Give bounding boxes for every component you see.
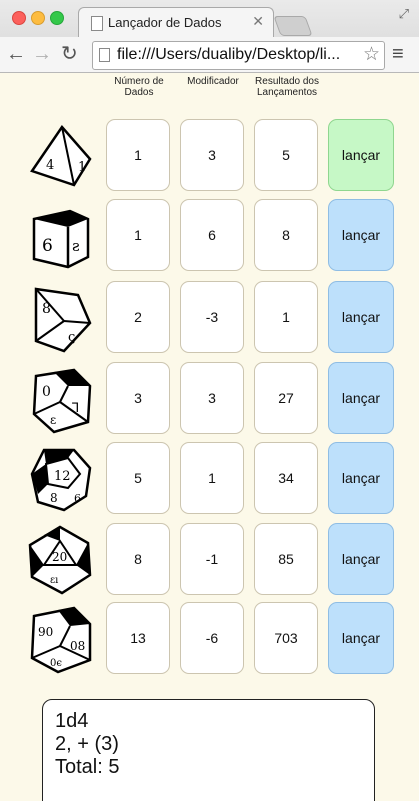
num-dice-field[interactable]: 13 bbox=[106, 602, 170, 674]
roll-result-panel: 1d4 2, + (3) Total: 5 bbox=[42, 699, 375, 801]
page-icon bbox=[91, 16, 103, 31]
num-dice-field[interactable]: 1 bbox=[106, 119, 170, 191]
browser-chrome: Lançador de Dados ✕ ⤢ ← → ↻ file:///User… bbox=[0, 0, 419, 73]
d8-icon: 8 ς bbox=[34, 287, 92, 353]
result-value: 27 bbox=[254, 362, 318, 434]
svg-text:ɛ: ɛ bbox=[50, 413, 56, 427]
header-results: Resultado dos Lançamentos bbox=[255, 76, 319, 98]
svg-text:ꙅ: ꙅ bbox=[72, 237, 80, 255]
svg-text:20: 20 bbox=[52, 550, 67, 564]
num-dice-field[interactable]: 8 bbox=[106, 523, 170, 595]
svg-text:08: 08 bbox=[70, 639, 85, 653]
page-content: Número de Dados Modificador Resultado do… bbox=[0, 73, 419, 801]
address-bar[interactable]: file:///Users/dualiby/Desktop/li... ☆ bbox=[92, 41, 385, 70]
svg-text:ɛı: ɛı bbox=[50, 575, 58, 586]
modifier-field[interactable]: -1 bbox=[180, 523, 244, 595]
roll-d12-button[interactable]: lançar bbox=[328, 442, 394, 514]
tab-close-icon[interactable]: ✕ bbox=[252, 13, 264, 30]
url-text[interactable]: file:///Users/dualiby/Desktop/li... bbox=[117, 46, 349, 64]
d6-icon: 6 ꙅ bbox=[32, 209, 90, 269]
svg-text:ς: ς bbox=[68, 330, 75, 345]
roll-d8-button[interactable]: lançar bbox=[328, 281, 394, 353]
new-tab-button[interactable] bbox=[273, 16, 313, 36]
header-modifier: Modificador bbox=[187, 76, 239, 87]
forward-arrow-icon[interactable]: → bbox=[32, 42, 52, 66]
svg-text:0: 0 bbox=[42, 384, 51, 400]
d4-icon: 4 1 bbox=[30, 124, 92, 187]
tab-title: Lançador de Dados bbox=[108, 15, 222, 30]
modifier-field[interactable]: -3 bbox=[180, 281, 244, 353]
svg-text:1: 1 bbox=[78, 160, 86, 175]
svg-text:90: 90 bbox=[38, 625, 53, 639]
browser-tab[interactable]: Lançador de Dados ✕ bbox=[78, 7, 274, 38]
roll-d10-button[interactable]: lançar bbox=[328, 362, 394, 434]
d12-icon: 12 8 6 bbox=[30, 448, 92, 512]
d100-icon: 90 08 0ϵ bbox=[30, 606, 92, 674]
num-dice-field[interactable]: 5 bbox=[106, 442, 170, 514]
svg-text:4: 4 bbox=[46, 158, 54, 173]
modifier-field[interactable]: 3 bbox=[180, 119, 244, 191]
fullscreen-icon[interactable]: ⤢ bbox=[399, 6, 409, 22]
result-value: 703 bbox=[254, 602, 318, 674]
modifier-field[interactable]: 6 bbox=[180, 199, 244, 271]
result-value: 34 bbox=[254, 442, 318, 514]
browser-toolbar: ← → ↻ file:///Users/dualiby/Desktop/li..… bbox=[0, 37, 419, 72]
svg-text:8: 8 bbox=[50, 491, 58, 505]
roll-d20-button[interactable]: lançar bbox=[328, 523, 394, 595]
modifier-field[interactable]: -6 bbox=[180, 602, 244, 674]
window-maximize-button[interactable] bbox=[50, 11, 64, 25]
result-total: Total: 5 bbox=[55, 756, 120, 778]
num-dice-field[interactable]: 1 bbox=[106, 199, 170, 271]
result-value: 5 bbox=[254, 119, 318, 191]
svg-text:6: 6 bbox=[74, 492, 81, 505]
svg-text:6: 6 bbox=[42, 236, 53, 256]
bookmark-star-icon[interactable]: ☆ bbox=[363, 43, 380, 66]
result-value: 1 bbox=[254, 281, 318, 353]
num-dice-field[interactable]: 3 bbox=[106, 362, 170, 434]
result-value: 8 bbox=[254, 199, 318, 271]
window-close-button[interactable] bbox=[12, 11, 26, 25]
d10-icon: 0 ⅂ ɛ bbox=[32, 368, 92, 434]
header-num-dice: Número de Dados bbox=[114, 76, 164, 98]
num-dice-field[interactable]: 2 bbox=[106, 281, 170, 353]
svg-text:0ϵ: 0ϵ bbox=[50, 658, 62, 669]
menu-icon[interactable]: ≡ bbox=[392, 43, 404, 66]
modifier-field[interactable]: 1 bbox=[180, 442, 244, 514]
result-roll-breakdown: 2, + (3) bbox=[55, 733, 119, 755]
window-minimize-button[interactable] bbox=[31, 11, 45, 25]
result-dice-notation: 1d4 bbox=[55, 710, 89, 732]
svg-text:12: 12 bbox=[54, 469, 71, 484]
modifier-field[interactable]: 3 bbox=[180, 362, 244, 434]
back-arrow-icon[interactable]: ← bbox=[6, 42, 26, 66]
result-value: 85 bbox=[254, 523, 318, 595]
roll-d4-button[interactable]: lançar bbox=[328, 119, 394, 191]
file-icon bbox=[99, 48, 110, 62]
svg-text:8: 8 bbox=[42, 301, 51, 317]
roll-d6-button[interactable]: lançar bbox=[328, 199, 394, 271]
roll-d100-button[interactable]: lançar bbox=[328, 602, 394, 674]
svg-text:⅂: ⅂ bbox=[72, 401, 79, 416]
reload-icon[interactable]: ↻ bbox=[61, 42, 78, 66]
d20-icon: 20 ɛı bbox=[28, 525, 92, 595]
